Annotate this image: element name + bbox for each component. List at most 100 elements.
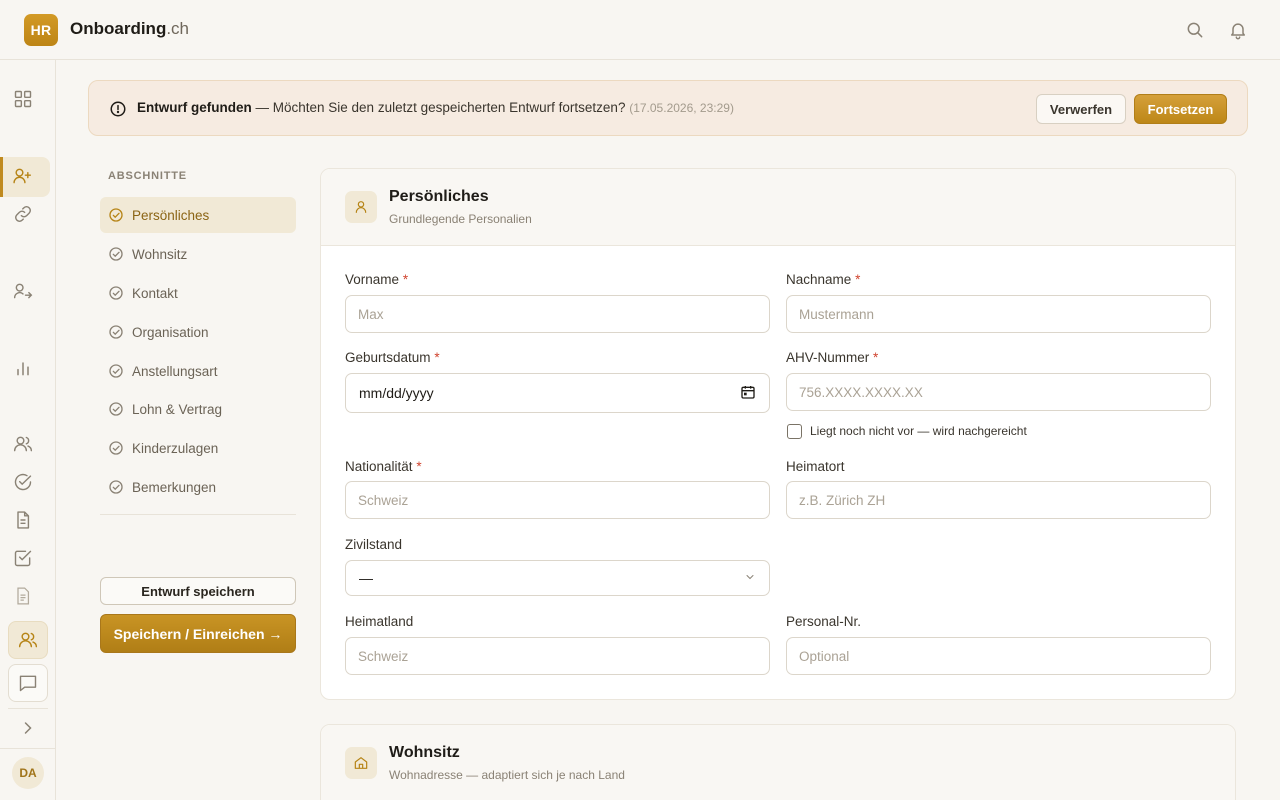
required-marker: * [434, 350, 440, 365]
birthdate-value: mm/dd/yyyy [359, 385, 434, 401]
bar-chart-icon[interactable] [13, 358, 33, 378]
ahv-pending-checkbox[interactable] [787, 424, 802, 439]
users-icon[interactable] [13, 434, 33, 454]
section-item-bemerkungen[interactable]: Bemerkungen [100, 469, 296, 505]
residence-card-header: Wohnsitz Wohnadresse — adaptiert sich je… [321, 725, 1235, 800]
required-marker: * [402, 272, 409, 287]
save-draft-button[interactable]: Entwurf speichern [100, 577, 296, 605]
nationality-input[interactable] [345, 481, 770, 519]
check-circle-icon [109, 208, 123, 222]
home-country-label: Heimatland [345, 614, 414, 629]
last-name-input[interactable] [786, 295, 1211, 333]
last-name-label: Nachname * [786, 272, 860, 287]
section-item-label: Kontakt [132, 285, 178, 301]
link-icon[interactable] [13, 204, 33, 224]
user-plus-icon[interactable] [12, 166, 32, 186]
ahv-label: AHV-Nummer * [786, 350, 878, 365]
first-name-label: Vorname * [345, 272, 408, 287]
residence-card: Wohnsitz Wohnadresse — adaptiert sich je… [320, 724, 1236, 800]
dashboard-grid-icon[interactable] [13, 89, 33, 109]
section-item-label: Bemerkungen [132, 479, 217, 495]
section-item-anstellungsart[interactable]: Anstellungsart [100, 353, 296, 389]
banner-message: Entwurf gefunden — Möchten Sie den zulet… [137, 100, 734, 115]
banner-timestamp: (17.05.2026, 23:29) [629, 101, 734, 115]
birthdate-label-text: Geburtsdatum [345, 350, 431, 365]
personnel-number-input[interactable] [786, 637, 1211, 675]
app-brand[interactable]: Onboarding.ch [70, 19, 189, 39]
brand-tld: .ch [166, 19, 190, 38]
document-icon[interactable] [13, 510, 33, 530]
personal-card-subtitle: Grundlegende Personalien [389, 212, 532, 226]
last-name-label-text: Nachname [786, 272, 852, 287]
continue-draft-button[interactable]: Fortsetzen [1134, 94, 1227, 124]
personal-card-title: Persönliches [389, 188, 489, 205]
check-circle-icon [109, 247, 123, 261]
check-circle-icon [109, 364, 123, 378]
ahv-pending-label[interactable]: Liegt noch nicht vor — wird nachgereicht [810, 424, 1027, 438]
file-text-icon[interactable] [13, 586, 33, 606]
residence-card-subtitle: Wohnadresse — adaptiert sich je nach Lan… [389, 768, 625, 782]
section-item-persoenliches[interactable]: Persönliches [100, 197, 296, 233]
residence-card-title: Wohnsitz [389, 744, 460, 761]
brand-name: Onboarding [70, 19, 167, 38]
section-item-kontakt[interactable]: Kontakt [100, 275, 296, 311]
section-item-kinderzulagen[interactable]: Kinderzulagen [100, 430, 296, 466]
chat-icon [18, 673, 38, 693]
sections-heading: ABSCHNITTE [108, 170, 187, 182]
required-marker: * [416, 459, 422, 474]
app-logo[interactable]: HR [24, 14, 58, 46]
checkbox-icon[interactable] [13, 548, 33, 568]
home-country-input[interactable] [345, 637, 770, 675]
section-item-label: Persönliches [132, 207, 210, 223]
first-name-label-text: Vorname [345, 272, 400, 287]
user-arrow-icon[interactable] [13, 281, 33, 301]
section-item-lohn-vertrag[interactable]: Lohn & Vertrag [100, 391, 296, 427]
nationality-label: Nationalität * [345, 459, 422, 474]
check-circle-icon[interactable] [13, 472, 33, 492]
bell-icon[interactable] [1228, 20, 1248, 40]
required-marker: * [855, 272, 861, 287]
personal-card-header: Persönliches Grundlegende Personalien [321, 169, 1235, 246]
top-bar: HR Onboarding.ch [0, 0, 1280, 60]
banner-title: Entwurf gefunden [137, 100, 252, 115]
section-item-wohnsitz[interactable]: Wohnsitz [100, 236, 296, 272]
ahv-input[interactable] [786, 373, 1211, 411]
draft-banner: Entwurf gefunden — Möchten Sie den zulet… [88, 80, 1248, 136]
hometown-input[interactable] [786, 481, 1211, 519]
ahv-label-text: AHV-Nummer [786, 350, 870, 365]
nationality-label-text: Nationalität [345, 459, 413, 474]
birthdate-label: Geburtsdatum * [345, 350, 440, 365]
user-avatar[interactable]: DA [12, 757, 44, 789]
section-item-label: Wohnsitz [132, 246, 188, 262]
section-item-label: Anstellungsart [132, 363, 218, 379]
section-item-label: Kinderzulagen [132, 440, 219, 456]
birthdate-input[interactable]: mm/dd/yyyy [345, 373, 770, 413]
personal-card: Persönliches Grundlegende Personalien Vo… [320, 168, 1236, 700]
required-marker: * [873, 350, 879, 365]
chevron-right-icon[interactable] [18, 718, 38, 738]
chevron-down-icon [744, 570, 756, 586]
info-icon [109, 100, 127, 118]
check-circle-icon [109, 441, 123, 455]
check-circle-icon [109, 402, 123, 416]
discard-draft-button[interactable]: Verwerfen [1036, 94, 1126, 124]
calendar-icon[interactable] [740, 384, 756, 403]
icon-rail [0, 60, 56, 800]
rail-divider [0, 748, 56, 749]
search-icon[interactable] [1185, 20, 1205, 40]
civil-status-label: Zivilstand [345, 537, 403, 552]
section-item-label: Lohn & Vertrag [132, 401, 223, 417]
personnel-number-label: Personal-Nr. [786, 614, 862, 629]
section-item-label: Organisation [132, 324, 209, 340]
banner-text: — Möchten Sie den zuletzt gespeicherten … [251, 100, 630, 115]
section-item-organisation[interactable]: Organisation [100, 314, 296, 350]
person-icon [345, 191, 377, 223]
civil-status-select[interactable]: — [345, 560, 770, 596]
home-icon [345, 747, 377, 779]
check-circle-icon [109, 286, 123, 300]
civil-status-value: — [359, 570, 373, 586]
hometown-label: Heimatort [786, 459, 845, 474]
submit-button[interactable]: Speichern / Einreichen → [100, 614, 296, 653]
first-name-input[interactable] [345, 295, 770, 333]
sections-divider [100, 514, 296, 515]
